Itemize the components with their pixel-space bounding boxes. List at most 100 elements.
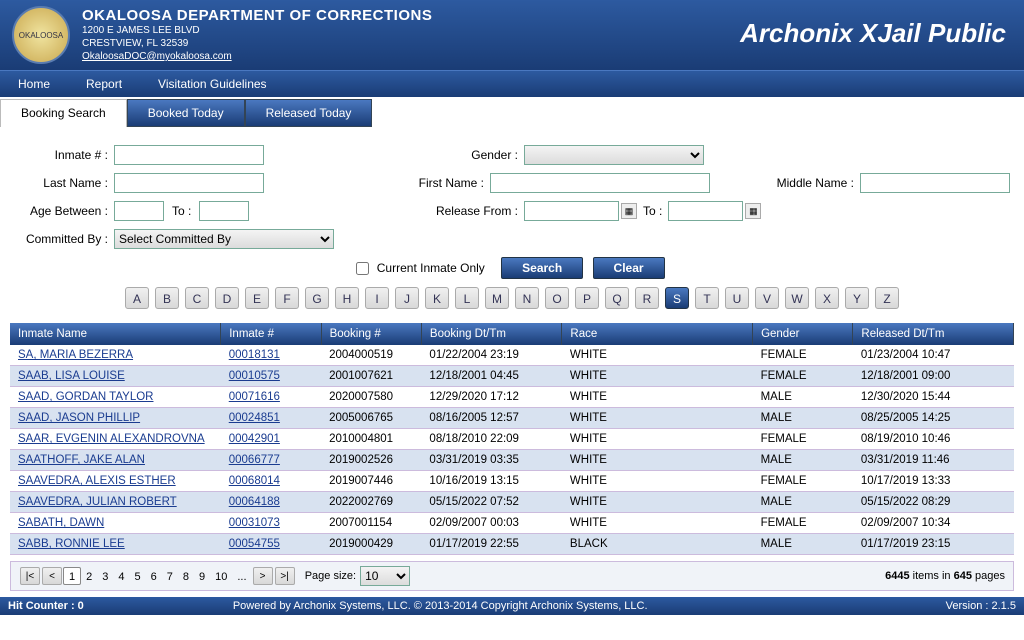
- inmate-num-link[interactable]: 00054755: [229, 538, 280, 550]
- alpha-w[interactable]: W: [785, 287, 809, 309]
- inmate-name-link[interactable]: SAAD, GORDAN TAYLOR: [18, 391, 153, 403]
- release-from-input[interactable]: [524, 201, 619, 221]
- release-to-input[interactable]: [668, 201, 743, 221]
- clear-button[interactable]: Clear: [593, 257, 665, 279]
- age-from-input[interactable]: [114, 201, 164, 221]
- alpha-v[interactable]: V: [755, 287, 779, 309]
- col-header[interactable]: Inmate #: [221, 323, 321, 345]
- first-page-button[interactable]: |<: [20, 567, 40, 585]
- alpha-a[interactable]: A: [125, 287, 149, 309]
- committed-by-select[interactable]: Select Committed By: [114, 229, 334, 249]
- calendar-icon[interactable]: ▦: [745, 203, 761, 219]
- inmate-num-link[interactable]: 00024851: [229, 412, 280, 424]
- inmate-num-link[interactable]: 00066777: [229, 454, 280, 466]
- page-...[interactable]: ...: [232, 568, 251, 586]
- alpha-o[interactable]: O: [545, 287, 569, 309]
- calendar-icon[interactable]: ▦: [621, 203, 637, 219]
- inmate-num-link[interactable]: 00018131: [229, 349, 280, 361]
- alpha-p[interactable]: P: [575, 287, 599, 309]
- version-value: 2.1.5: [992, 600, 1016, 612]
- alpha-y[interactable]: Y: [845, 287, 869, 309]
- tab-booking-search[interactable]: Booking Search: [0, 99, 127, 127]
- alpha-g[interactable]: G: [305, 287, 329, 309]
- alpha-r[interactable]: R: [635, 287, 659, 309]
- page-10[interactable]: 10: [210, 568, 232, 586]
- alpha-n[interactable]: N: [515, 287, 539, 309]
- alpha-x[interactable]: X: [815, 287, 839, 309]
- alpha-q[interactable]: Q: [605, 287, 629, 309]
- powered-by: Powered by Archonix Systems, LLC. © 2013…: [233, 600, 648, 612]
- total-items: 6445: [885, 570, 909, 582]
- inmate-name-link[interactable]: SABB, RONNIE LEE: [18, 538, 125, 550]
- gender-label: Gender :: [414, 148, 524, 162]
- alpha-h[interactable]: H: [335, 287, 359, 309]
- menu-item-report[interactable]: Report: [68, 71, 140, 97]
- alpha-d[interactable]: D: [215, 287, 239, 309]
- page-8[interactable]: 8: [178, 568, 194, 586]
- contact-email-link[interactable]: OkaloosaDOC@myokaloosa.com: [82, 51, 232, 62]
- inmate-name-link[interactable]: SAAD, JASON PHILLIP: [18, 412, 140, 424]
- inmate-num-link[interactable]: 00010575: [229, 370, 280, 382]
- col-header[interactable]: Booking Dt/Tm: [421, 323, 561, 345]
- inmate-name-link[interactable]: SABATH, DAWN: [18, 517, 104, 529]
- alpha-z[interactable]: Z: [875, 287, 899, 309]
- page-4[interactable]: 4: [113, 568, 129, 586]
- alpha-k[interactable]: K: [425, 287, 449, 309]
- inmate-name-link[interactable]: SAAVEDRA, ALEXIS ESTHER: [18, 475, 176, 487]
- col-header[interactable]: Booking #: [321, 323, 421, 345]
- last-name-input[interactable]: [114, 173, 264, 193]
- tab-booked-today[interactable]: Booked Today: [127, 99, 245, 127]
- alpha-b[interactable]: B: [155, 287, 179, 309]
- search-button[interactable]: Search: [501, 257, 583, 279]
- alpha-e[interactable]: E: [245, 287, 269, 309]
- inmate-name-link[interactable]: SAATHOFF, JAKE ALAN: [18, 454, 145, 466]
- page-5[interactable]: 5: [130, 568, 146, 586]
- alpha-f[interactable]: F: [275, 287, 299, 309]
- alpha-m[interactable]: M: [485, 287, 509, 309]
- alpha-u[interactable]: U: [725, 287, 749, 309]
- inmate-num-link[interactable]: 00042901: [229, 433, 280, 445]
- age-to-input[interactable]: [199, 201, 249, 221]
- page-9[interactable]: 9: [194, 568, 210, 586]
- next-page-button[interactable]: >: [253, 567, 273, 585]
- page-3[interactable]: 3: [97, 568, 113, 586]
- inmate-num-link[interactable]: 00071616: [229, 391, 280, 403]
- current-inmate-label: Current Inmate Only: [377, 261, 485, 275]
- alpha-l[interactable]: L: [455, 287, 479, 309]
- last-page-button[interactable]: >|: [275, 567, 295, 585]
- prev-page-button[interactable]: <: [42, 567, 62, 585]
- first-name-input[interactable]: [490, 173, 710, 193]
- alpha-i[interactable]: I: [365, 287, 389, 309]
- header-bar: OKALOOSA OKALOOSA DEPARTMENT OF CORRECTI…: [0, 0, 1024, 70]
- alpha-c[interactable]: C: [185, 287, 209, 309]
- page-6[interactable]: 6: [146, 568, 162, 586]
- gender-select[interactable]: [524, 145, 704, 165]
- inmate-name-link[interactable]: SA, MARIA BEZERRA: [18, 349, 133, 361]
- alpha-j[interactable]: J: [395, 287, 419, 309]
- col-header[interactable]: Gender: [753, 323, 853, 345]
- inmate-name-link[interactable]: SAAR, EVGENIN ALEXANDROVNA: [18, 433, 205, 445]
- middle-name-input[interactable]: [860, 173, 1010, 193]
- col-header[interactable]: Released Dt/Tm: [853, 323, 1014, 345]
- menu-item-home[interactable]: Home: [0, 71, 68, 97]
- release-from-label: Release From :: [414, 204, 524, 218]
- alpha-s[interactable]: S: [665, 287, 689, 309]
- inmate-num-link[interactable]: 00068014: [229, 475, 280, 487]
- inmate-num-link[interactable]: 00064188: [229, 496, 280, 508]
- page-1[interactable]: 1: [63, 567, 81, 585]
- first-name-label: First Name :: [380, 176, 490, 190]
- page-2[interactable]: 2: [81, 568, 97, 586]
- tab-released-today[interactable]: Released Today: [245, 99, 373, 127]
- page-7[interactable]: 7: [162, 568, 178, 586]
- inmate-num-link[interactable]: 00031073: [229, 517, 280, 529]
- col-header[interactable]: Race: [562, 323, 753, 345]
- inmate-num-input[interactable]: [114, 145, 264, 165]
- alpha-t[interactable]: T: [695, 287, 719, 309]
- menu-item-visitation-guidelines[interactable]: Visitation Guidelines: [140, 71, 285, 97]
- current-inmate-checkbox[interactable]: [356, 262, 369, 275]
- inmate-name-link[interactable]: SAAVEDRA, JULIAN ROBERT: [18, 496, 177, 508]
- hit-counter-value: 0: [78, 600, 84, 612]
- col-header[interactable]: Inmate Name: [10, 323, 221, 345]
- inmate-name-link[interactable]: SAAB, LISA LOUISE: [18, 370, 125, 382]
- page-size-select[interactable]: 10: [360, 566, 410, 586]
